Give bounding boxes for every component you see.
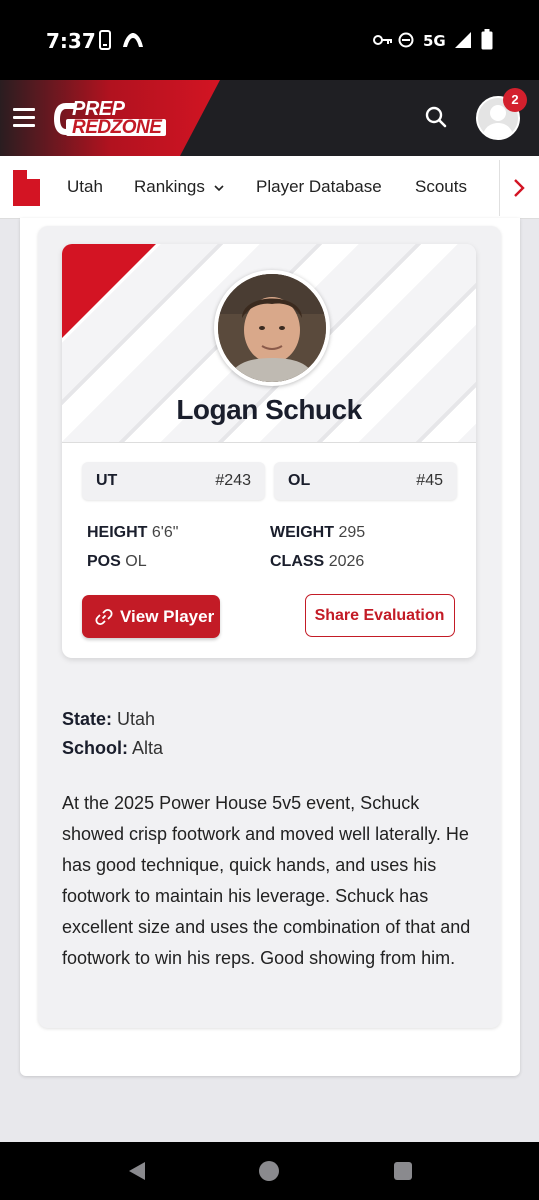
system-nav-bar (0, 1142, 539, 1200)
notification-badge[interactable]: 2 (503, 88, 527, 112)
search-icon[interactable] (425, 106, 447, 128)
link-icon (95, 608, 113, 626)
view-player-label: View Player (120, 607, 215, 626)
player-photo (214, 270, 330, 386)
vpn-key-icon (373, 35, 392, 45)
class-stat: CLASS 2026 (270, 553, 364, 571)
chevron-right-icon[interactable] (512, 178, 526, 198)
home-icon[interactable] (258, 1160, 280, 1182)
player-card: Logan Schuck UT #243 OL #45 HEIGHT 6'6" … (62, 244, 476, 658)
status-bar: 7:37 5G (0, 0, 539, 80)
weight-value: 295 (338, 524, 366, 541)
do-not-disturb-icon (398, 32, 414, 48)
battery-icon (481, 29, 493, 50)
school-info: School: Alta (62, 738, 163, 759)
share-evaluation-button[interactable]: Share Evaluation (305, 594, 455, 637)
weight-stat: WEIGHT 295 (270, 524, 365, 542)
utah-state-icon[interactable] (13, 170, 40, 206)
position-rank-pill: OL #45 (274, 462, 457, 500)
network-type: 5G (423, 32, 446, 50)
back-icon[interactable] (127, 1160, 147, 1182)
position-stat: POS OL (87, 553, 147, 571)
class-value: 2026 (328, 553, 365, 570)
school-value: Alta (132, 738, 164, 758)
clock: 7:37 (46, 29, 96, 53)
pos-label: POS (87, 553, 121, 570)
nav-item-utah[interactable]: Utah (67, 177, 103, 197)
share-evaluation-label: Share Evaluation (314, 607, 445, 624)
height-label: HEIGHT (87, 524, 148, 541)
phone-icon (99, 30, 111, 50)
state-value: Utah (117, 709, 156, 729)
view-player-button[interactable]: View Player (82, 595, 220, 638)
logo-text-redzone: REDZONE (72, 117, 162, 138)
state-info: State: Utah (62, 709, 155, 730)
state-rank: #243 (215, 472, 251, 489)
school-label: School: (62, 738, 128, 758)
state-label: State: (62, 709, 113, 729)
player-name: Logan Schuck (176, 394, 362, 425)
card-red-corner (62, 244, 156, 338)
player-photo-image (218, 274, 326, 382)
nav-item-player-database[interactable]: Player Database (256, 177, 382, 197)
menu-icon[interactable] (13, 108, 35, 128)
weight-label: WEIGHT (270, 524, 334, 541)
height-stat: HEIGHT 6'6" (87, 524, 178, 542)
app-notification-icon (123, 33, 143, 47)
class-label: CLASS (270, 553, 325, 570)
nav-divider (499, 160, 500, 216)
recents-icon[interactable] (393, 1161, 413, 1181)
signal-icon (455, 32, 471, 48)
height-value: 6'6" (151, 524, 179, 541)
nav-item-rankings[interactable]: Rankings (134, 177, 205, 197)
pos-value: OL (125, 553, 147, 570)
state-rank-pill: UT #243 (82, 462, 265, 500)
chevron-down-icon[interactable] (214, 184, 224, 192)
position-rank: #45 (416, 472, 443, 489)
evaluation-text: At the 2025 Power House 5v5 event, Schuc… (62, 793, 471, 968)
nav-item-scouts[interactable]: Scouts (415, 177, 467, 197)
state-abbr: UT (96, 472, 118, 489)
prep-redzone-logo[interactable]: PREP REDZONE (52, 98, 170, 144)
position-abbr: OL (288, 472, 311, 489)
